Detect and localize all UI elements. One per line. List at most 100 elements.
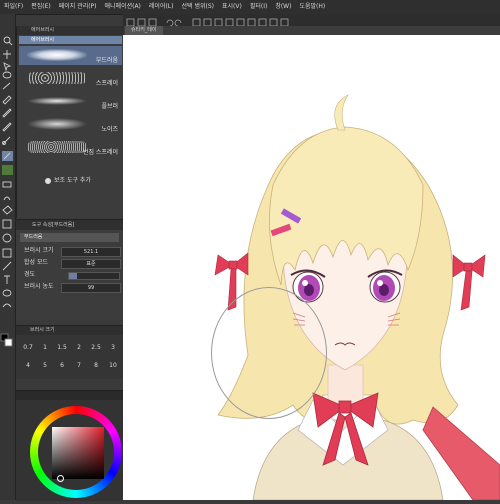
brush-item-noise[interactable]: 노이즈 (19, 115, 122, 134)
hue-ring[interactable] (30, 406, 122, 498)
color-picker-marker[interactable] (57, 475, 64, 482)
open-file-icon (137, 18, 146, 27)
hardness-slider[interactable] (68, 272, 120, 280)
subtool-group-label: 에어브러시 (31, 27, 55, 33)
hardness-label: 경도 (24, 271, 36, 278)
brush-name-value: 부드러움 (24, 234, 43, 240)
brush-cursor-preview (211, 287, 327, 419)
paste-icon (225, 18, 234, 27)
brush-item-soft[interactable]: 부드러움 (19, 46, 122, 65)
density-input[interactable]: 99 (61, 283, 121, 293)
airbrush-icon (2, 151, 13, 161)
brush-preview (27, 97, 87, 105)
tool-property-header: 도구 속성[부드러움] (16, 220, 123, 230)
right-ribbon (452, 254, 486, 311)
brush-item-flat[interactable]: 플브러 (19, 92, 122, 111)
figure-icon (2, 233, 12, 243)
pencil-icon (2, 122, 12, 132)
size-preset-label: 5 (43, 362, 47, 369)
text-icon (4, 275, 10, 284)
menu-select[interactable]: 선택 범위(S) (178, 0, 218, 14)
blend-mode-label: 합성 모드 (24, 259, 48, 266)
brush-size-panel-header: 브러시 크기 (16, 326, 123, 335)
add-subtool-button[interactable]: 보조 도구 추가 (45, 175, 91, 184)
hardness-fill (69, 273, 77, 279)
canvas-area[interactable] (123, 35, 500, 500)
blend-mode-select[interactable]: 표준 (61, 259, 121, 269)
frame-icon (2, 248, 12, 258)
lasso-icon (2, 71, 12, 79)
subtool-group-tab[interactable]: 에어브러시 (19, 36, 122, 44)
size-preset-label: 8 (94, 362, 98, 369)
hardness-row: 경도 (22, 270, 121, 280)
ruler-icon (258, 18, 267, 27)
select-icon (3, 62, 12, 72)
blend-mode-row: 합성 모드 표준 (22, 258, 121, 269)
brush-preview (27, 72, 87, 84)
brush-preview (27, 118, 87, 130)
size-preset-label: 10 (109, 362, 117, 369)
brush-name: 노이즈 (101, 126, 118, 133)
brush-preview (27, 141, 87, 153)
blend-icon (3, 196, 11, 201)
size-preset-label: 7 (77, 362, 81, 369)
correct-line-icon (2, 303, 12, 308)
color-wheel-header (16, 391, 123, 400)
brush-size-input[interactable]: 521.1 (61, 247, 121, 257)
subtool-header: 에어브러시 (17, 26, 124, 35)
fill-icon (2, 205, 13, 215)
saturation-value-square[interactable] (52, 427, 104, 482)
menu-filter[interactable]: 필터(I) (246, 0, 272, 14)
color-swatch-sub-icon (4, 338, 13, 347)
brush-icon (2, 136, 11, 145)
size-preset-label: 4 (26, 362, 30, 369)
add-subtool-label: 보조 도구 추가 (54, 177, 91, 184)
menu-bar: 파일(F) 편집(E) 페이지 관리(P) 애니메이션(A) 레이어(L) 선택… (0, 0, 500, 15)
density-row: 브러시 농도 99 (22, 282, 121, 293)
menu-animation[interactable]: 애니메이션(A) (101, 0, 145, 14)
character-illustration (214, 94, 500, 500)
brush-size-panel-title: 브러시 크기 (30, 327, 55, 333)
color-wheel-panel (16, 390, 123, 501)
save-icon (148, 18, 157, 27)
add-icon (45, 177, 51, 184)
menu-layer[interactable]: 레이어(L) (145, 0, 178, 14)
tool-palette (0, 14, 16, 500)
menu-file[interactable]: 파일(F) (0, 0, 27, 14)
zoom-icon (3, 36, 13, 46)
brush-name-field[interactable]: 부드러움 (20, 233, 119, 242)
size-preset-label: 2.5 (91, 344, 101, 351)
brush-item-spray[interactable]: 스프레이 (19, 69, 122, 88)
menu-window[interactable]: 창(W) (271, 0, 295, 14)
gradient-icon (2, 219, 12, 229)
tool-icons (0, 36, 13, 347)
grid-icon (280, 18, 289, 27)
hair-ahoge (334, 94, 349, 131)
subtool-active-label: 에어브러시 (31, 37, 55, 43)
menu-page[interactable]: 페이지 관리(P) (55, 0, 101, 14)
brush-name: 플브러 (101, 103, 118, 110)
menu-view[interactable]: 표시(V) (218, 0, 246, 14)
menu-help[interactable]: 도움말(H) (295, 0, 329, 14)
brush-size-row: 브러시 크기 521.1 (22, 246, 121, 257)
brush-item-blur-spray[interactable]: 번짐 스프레이 (19, 138, 122, 157)
size-preset[interactable]: 3 (103, 344, 123, 362)
transform-icon (203, 18, 212, 27)
canvas-tab[interactable]: 슈타키_테이 (125, 26, 163, 35)
size-preset[interactable]: 10 (103, 362, 123, 380)
invert-selection-icon (247, 18, 256, 27)
move-icon (3, 50, 11, 59)
brush-name: 부드러움 (95, 57, 118, 64)
new-file-icon (126, 18, 135, 27)
balloon-icon (2, 289, 12, 297)
size-preset-label: 0.7 (23, 344, 33, 351)
wand-icon (2, 82, 11, 90)
canvas-tab-bar: 슈타키_테이 (123, 26, 500, 35)
brush-preview (27, 49, 87, 61)
ruler-tool-icon (2, 261, 12, 271)
menu-edit[interactable]: 편집(E) (27, 0, 55, 14)
density-label: 브러시 농도 (24, 283, 54, 290)
brush-size-panel: 브러시 크기 0.7 1 1.5 2 2.5 3 4 5 6 7 8 10 (16, 325, 123, 379)
tool-property-panel: 도구 속성[부드러움] 부드러움 브러시 크기 521.1 합성 모드 표준 경… (16, 219, 123, 320)
deselect-icon (236, 18, 245, 27)
